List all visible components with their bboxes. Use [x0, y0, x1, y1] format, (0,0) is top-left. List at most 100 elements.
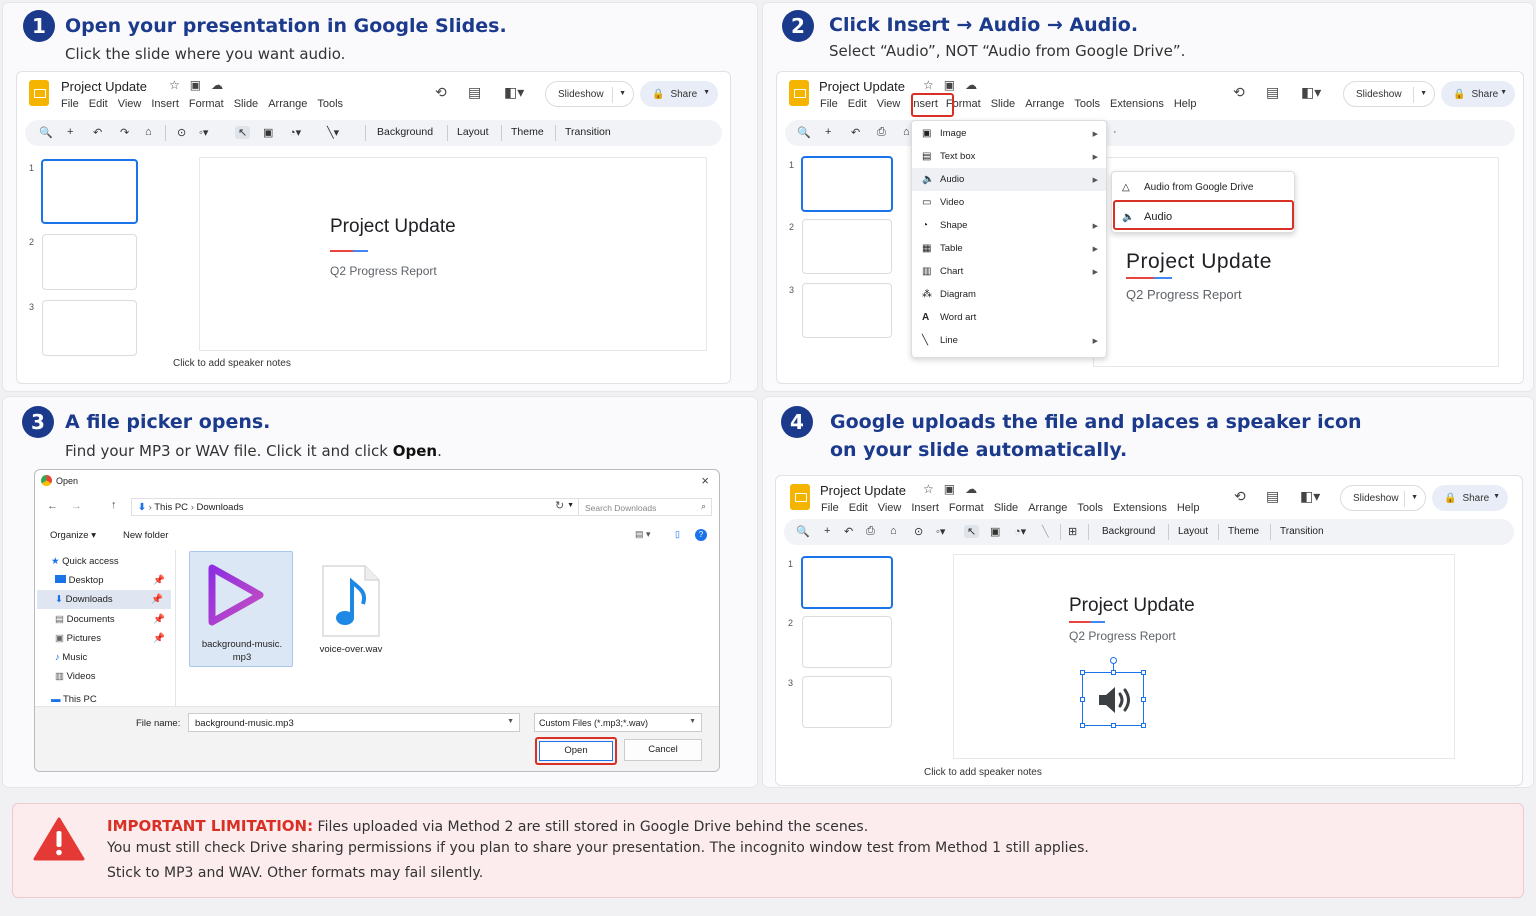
slide-title[interactable]: Project Update: [1069, 595, 1195, 617]
forward-icon[interactable]: →: [71, 500, 82, 512]
slide-canvas[interactable]: Project Update Q2 Progress Report: [199, 157, 707, 351]
slideshow-button[interactable]: Slideshow ▼: [545, 81, 634, 107]
zoom-fit-icon[interactable]: ⊙: [914, 525, 923, 538]
menu-item-table[interactable]: ▦ Table ▶: [912, 237, 1106, 260]
new-folder-button[interactable]: New folder: [123, 530, 168, 541]
menu-item-wordart[interactable]: A Word art: [912, 306, 1106, 329]
nav-pictures[interactable]: ▣ Pictures 📌: [55, 633, 169, 644]
meet-icon[interactable]: ◧▾: [1301, 84, 1321, 101]
star-icon[interactable]: ☆: [923, 482, 944, 496]
open-button[interactable]: Open: [539, 741, 613, 761]
file-type-select[interactable]: Custom Files (*.mp3;*.wav) ▼: [534, 713, 702, 732]
resize-handle[interactable]: [1141, 723, 1146, 728]
toolbar-transition[interactable]: Transition: [565, 126, 611, 138]
menu-arrange[interactable]: Arrange: [1025, 98, 1064, 110]
menu-edit[interactable]: Edit: [848, 98, 867, 110]
refresh-icon[interactable]: ↻: [555, 499, 564, 512]
rotate-handle[interactable]: [1110, 657, 1117, 664]
zoom-icon[interactable]: 🔍: [796, 525, 810, 538]
toolbar-layout[interactable]: Layout: [1178, 526, 1208, 537]
slide-subtitle[interactable]: Q2 Progress Report: [1069, 629, 1176, 643]
menu-view[interactable]: View: [878, 502, 902, 514]
history-icon[interactable]: ⟲: [435, 84, 447, 101]
resize-handle[interactable]: [1141, 670, 1146, 675]
slide-thumbnail-3[interactable]: [42, 300, 137, 356]
slide-title[interactable]: Project Update: [1126, 250, 1272, 274]
help-icon[interactable]: ?: [695, 529, 707, 541]
slide-canvas[interactable]: Project Update Q2 Progress Report: [953, 554, 1455, 759]
undo-icon[interactable]: ↶: [93, 126, 102, 139]
menu-item-video[interactable]: ▭ Video: [912, 191, 1106, 214]
folder-icon[interactable]: ▣: [190, 78, 211, 92]
line-icon[interactable]: ╲▾: [327, 126, 339, 139]
chevron-down-icon[interactable]: ▼: [1500, 89, 1507, 96]
view-icon[interactable]: ▤ ▾: [635, 529, 651, 540]
menu-edit[interactable]: Edit: [89, 98, 108, 110]
menu-item-image[interactable]: ▣ Image ▶: [912, 122, 1106, 145]
chevron-down-icon[interactable]: ▼: [689, 718, 696, 725]
undo-icon[interactable]: ↶: [844, 525, 853, 538]
path-this-pc[interactable]: This PC: [154, 502, 188, 513]
folder-icon[interactable]: ▣: [944, 482, 965, 496]
menu-item-line[interactable]: ╲ Line ▶: [912, 329, 1106, 352]
resize-handle[interactable]: [1080, 723, 1085, 728]
address-bar[interactable]: ⬇ › This PC › Downloads ▼: [131, 498, 579, 516]
menu-item-shape[interactable]: ◔ Shape ▶: [912, 214, 1106, 237]
textbox-icon[interactable]: ▣: [990, 525, 1000, 538]
chevron-down-icon[interactable]: ▼: [703, 89, 710, 96]
slideshow-button[interactable]: Slideshow ▼: [1340, 485, 1426, 511]
search-input[interactable]: Search Downloads: [585, 503, 656, 513]
menu-item-textbox[interactable]: ▤ Text box ▶: [912, 145, 1106, 168]
select-cursor-icon[interactable]: ↖: [235, 126, 251, 139]
menu-extensions[interactable]: Extensions: [1113, 502, 1167, 514]
zoom-icon[interactable]: 🔍: [39, 126, 53, 139]
menu-slide[interactable]: Slide: [994, 502, 1018, 514]
menu-item-chart[interactable]: ▥ Chart ▶: [912, 260, 1106, 283]
toolbar-theme[interactable]: Theme: [511, 126, 544, 138]
star-icon[interactable]: ☆: [169, 78, 190, 92]
speaker-selection-box[interactable]: [1080, 657, 1146, 728]
nav-quick-access[interactable]: ★ Quick access: [51, 556, 119, 567]
comments-icon[interactable]: ▤: [1266, 84, 1279, 101]
menu-format[interactable]: Format: [949, 502, 984, 514]
menu-file[interactable]: File: [821, 502, 839, 514]
search-box[interactable]: Search Downloads ⌕: [578, 498, 712, 516]
menu-slide[interactable]: Slide: [991, 98, 1015, 110]
meet-icon[interactable]: ◧▾: [504, 84, 524, 101]
nav-videos[interactable]: ▥ Videos: [55, 671, 96, 682]
nav-documents[interactable]: ▤ Documents 📌: [55, 614, 169, 625]
menu-item-audio[interactable]: 🔈 Audio ▶: [912, 168, 1106, 191]
toolbar-layout[interactable]: Layout: [457, 126, 489, 138]
menu-help[interactable]: Help: [1177, 502, 1200, 514]
zoom-icon[interactable]: 🔍: [797, 126, 811, 139]
history-icon[interactable]: ⟲: [1234, 488, 1246, 505]
undo-icon[interactable]: ↶: [851, 126, 860, 139]
menu-format[interactable]: Format: [189, 98, 224, 110]
organize-button[interactable]: Organize ▾: [50, 530, 96, 541]
menu-view[interactable]: View: [877, 98, 901, 110]
line-icon[interactable]: ╲: [1042, 525, 1049, 538]
cancel-button[interactable]: Cancel: [624, 739, 702, 761]
slide-thumbnail-2[interactable]: [802, 219, 892, 274]
history-icon[interactable]: ⟲: [1233, 84, 1245, 101]
print-icon[interactable]: ⎙: [877, 126, 886, 139]
slide-thumbnail-3[interactable]: [802, 283, 892, 338]
slide-thumbnail-1[interactable]: [801, 156, 893, 212]
paint-format-icon[interactable]: ⌂: [890, 525, 897, 537]
toolbar-transition[interactable]: Transition: [1280, 526, 1324, 537]
menu-arrange[interactable]: Arrange: [268, 98, 307, 110]
menu-item-diagram[interactable]: ⁂ Diagram: [912, 283, 1106, 306]
folder-icon[interactable]: ▣: [944, 78, 965, 92]
menu-insert[interactable]: Insert: [911, 502, 939, 514]
paint-format-icon[interactable]: ⌂: [903, 126, 910, 138]
chevron-down-icon[interactable]: ▼: [619, 90, 626, 97]
more-icon[interactable]: ·: [1113, 126, 1117, 138]
comment-add-icon[interactable]: ⊞: [1068, 525, 1077, 538]
comments-icon[interactable]: ▤: [1266, 488, 1279, 505]
menu-view[interactable]: View: [118, 98, 142, 110]
select-cursor-icon[interactable]: ↖: [964, 525, 980, 538]
redo-icon[interactable]: ↷: [120, 126, 129, 139]
speaker-notes[interactable]: Click to add speaker notes: [173, 358, 291, 369]
slide-subtitle[interactable]: Q2 Progress Report: [1126, 287, 1242, 302]
resize-handle[interactable]: [1080, 697, 1085, 702]
